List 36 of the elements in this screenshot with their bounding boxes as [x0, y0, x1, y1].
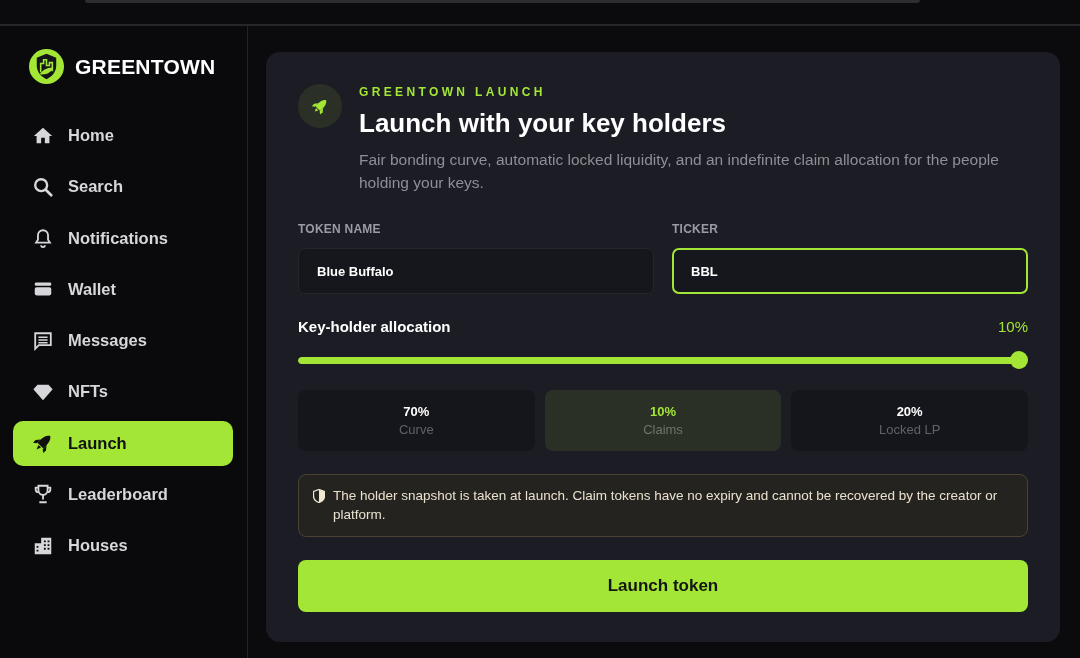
- chat-icon: [32, 329, 54, 352]
- eyebrow-text: GREENTOWN LAUNCH: [359, 84, 547, 100]
- rocket-icon: [298, 84, 342, 128]
- search-icon: [32, 175, 54, 198]
- nav-item[interactable]: Launch: [13, 420, 233, 466]
- nav-item[interactable]: Home: [13, 113, 233, 158]
- field-label: TICKER: [672, 221, 720, 237]
- nav-item[interactable]: Wallet: [13, 266, 233, 312]
- percent-value: 10%: [649, 402, 676, 421]
- card-title: Launch with your key holders: [359, 107, 727, 139]
- nav-item[interactable]: Houses: [13, 523, 233, 568]
- nav-item[interactable]: NFTs: [13, 369, 233, 415]
- brand-name: GREENTOWN: [75, 53, 216, 80]
- nav-item[interactable]: Leaderboard: [13, 471, 233, 517]
- tile-label: Locked LP: [878, 420, 941, 439]
- card-description: Fair bonding curve, automatic locked liquidity, and an indefinite claim allocation for the people holding your keys.: [359, 150, 1000, 193]
- ticker-input[interactable]: BBL: [672, 248, 1028, 294]
- trophy-icon: [32, 483, 54, 506]
- notice-text: The holder snapshot is taken at launch. Claim tokens have no expiry and cannot be recovered by the creator or platform.: [333, 487, 999, 524]
- bell-icon: [32, 227, 54, 249]
- allocation-label: Key-holder allocation: [298, 316, 451, 337]
- field-label: TOKEN NAME: [298, 221, 382, 237]
- percent-value: 20%: [896, 402, 923, 421]
- tile-label: Curve: [399, 420, 434, 439]
- allocation-reading: 10%: [997, 316, 1028, 337]
- shield-icon: [313, 489, 325, 503]
- allocation-slider[interactable]: [298, 351, 1028, 369]
- token-name-input[interactable]: Blue Buffalo: [298, 248, 654, 294]
- shield-badge-icon: [29, 49, 64, 84]
- nav-item[interactable]: Messages: [13, 318, 233, 363]
- tile-label: Claims: [643, 420, 683, 439]
- nav-item[interactable]: Notifications: [13, 215, 233, 261]
- slider-thumb[interactable]: [1010, 351, 1028, 369]
- percent-value: 70%: [403, 402, 430, 421]
- nav-item[interactable]: Search: [13, 164, 233, 210]
- launch-token-button[interactable]: Launch token: [298, 560, 1028, 612]
